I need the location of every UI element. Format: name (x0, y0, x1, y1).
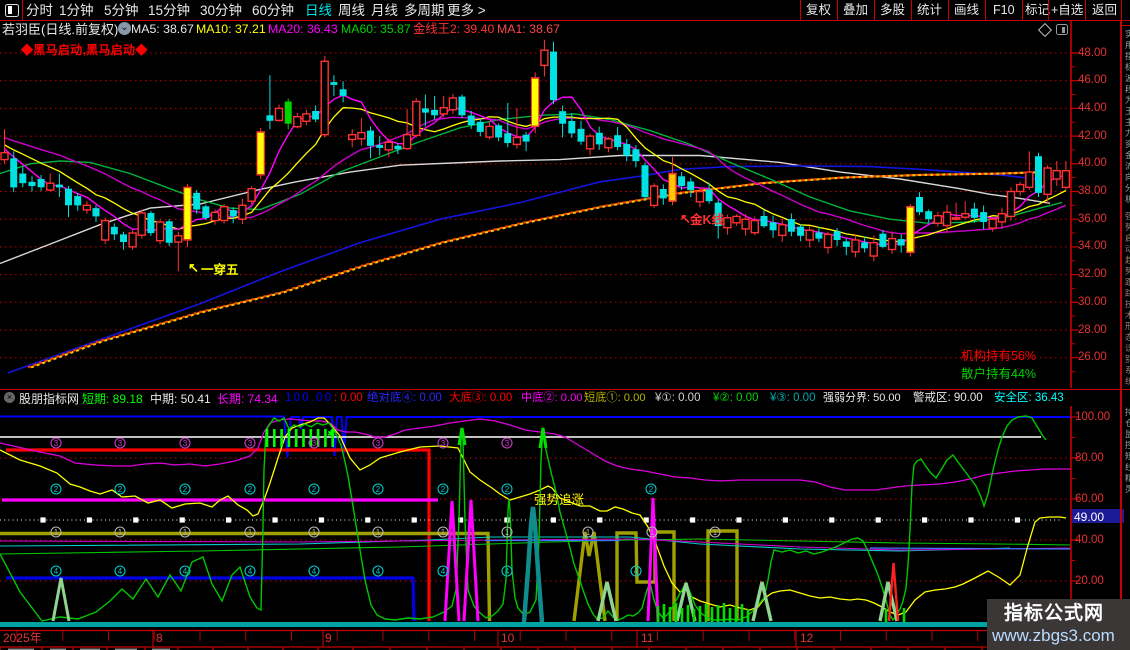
svg-text:4: 4 (248, 567, 253, 576)
svg-text:1: 1 (183, 528, 188, 537)
svg-text:4: 4 (54, 567, 59, 576)
svg-text:2: 2 (312, 485, 317, 494)
svg-text:4: 4 (505, 567, 510, 576)
svg-text:3: 3 (118, 439, 123, 448)
svg-text:2: 2 (118, 485, 123, 494)
svg-text:2: 2 (649, 485, 654, 494)
svg-text:1: 1 (118, 528, 123, 537)
svg-text:1: 1 (505, 528, 510, 537)
svg-text:3: 3 (54, 439, 59, 448)
svg-text:2: 2 (505, 485, 510, 494)
svg-text:1: 1 (441, 528, 446, 537)
svg-text:4: 4 (634, 567, 639, 576)
svg-text:3: 3 (312, 439, 317, 448)
svg-text:1: 1 (586, 528, 591, 537)
svg-text:1: 1 (248, 528, 253, 537)
svg-text:1: 1 (54, 528, 59, 537)
svg-text:4: 4 (376, 567, 381, 576)
svg-text:1: 1 (376, 528, 381, 537)
svg-text:3: 3 (376, 439, 381, 448)
svg-text:2: 2 (248, 485, 253, 494)
svg-text:4: 4 (441, 567, 446, 576)
svg-text:4: 4 (183, 567, 188, 576)
svg-text:3: 3 (441, 439, 446, 448)
svg-text:1: 1 (312, 528, 317, 537)
svg-text:2: 2 (183, 485, 188, 494)
svg-text:2: 2 (376, 485, 381, 494)
svg-text:3: 3 (183, 439, 188, 448)
svg-text:4: 4 (312, 567, 317, 576)
svg-text:1: 1 (650, 528, 655, 537)
svg-text:1: 1 (713, 528, 718, 537)
svg-text:3: 3 (248, 439, 253, 448)
svg-text:3: 3 (505, 439, 510, 448)
svg-text:2: 2 (441, 485, 446, 494)
svg-text:4: 4 (118, 567, 123, 576)
svg-text:2: 2 (54, 485, 59, 494)
